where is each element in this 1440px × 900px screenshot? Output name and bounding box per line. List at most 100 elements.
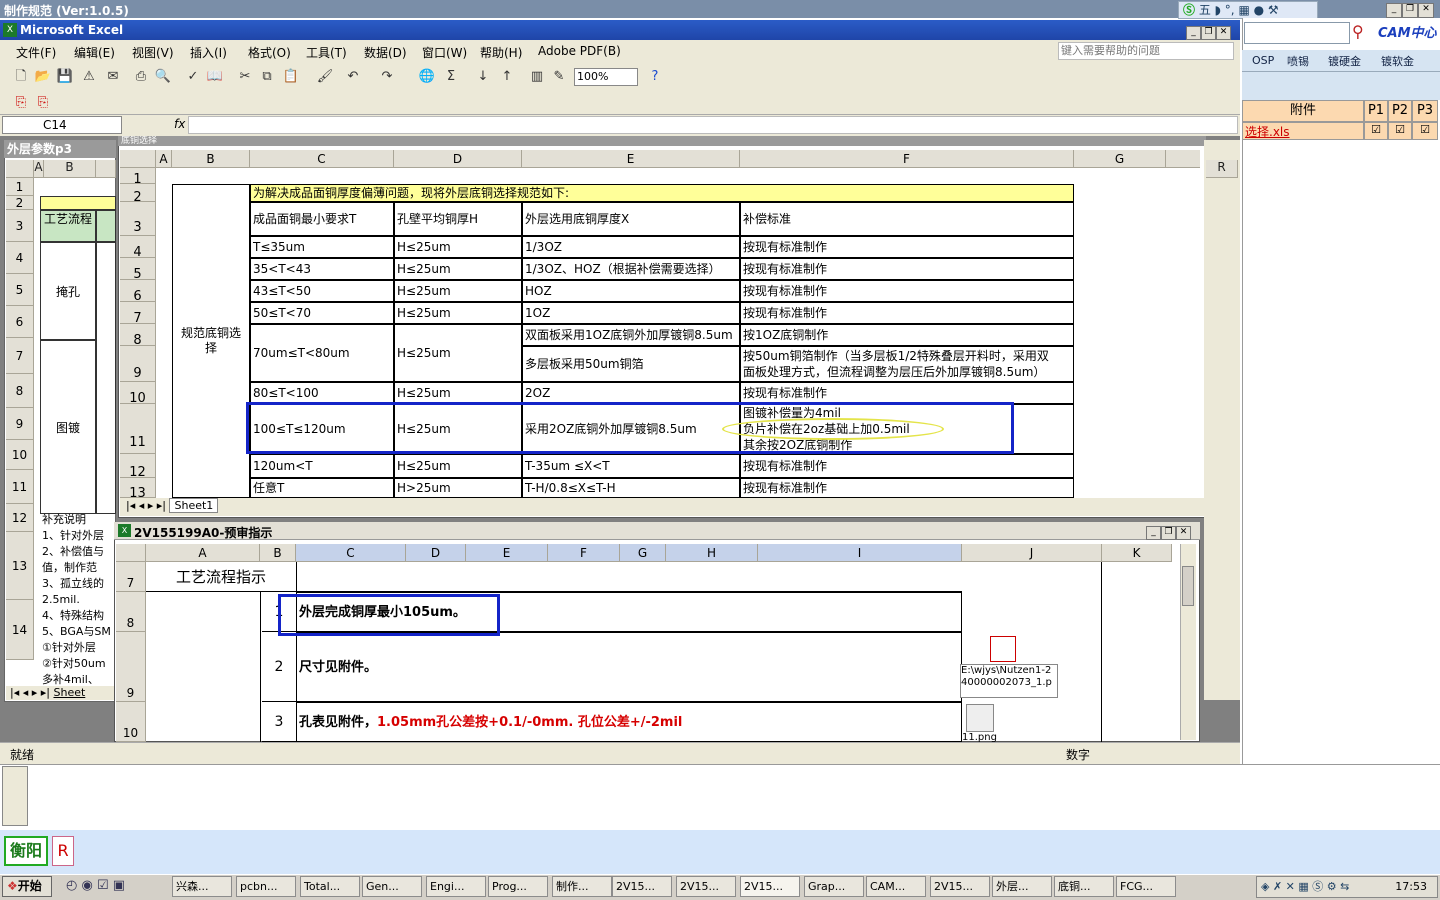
main-col-header[interactable]	[1166, 150, 1200, 168]
data-cell[interactable]: T-35um ≤X<T	[522, 454, 740, 478]
tab-soft-gold[interactable]: 镀软金	[1381, 53, 1414, 69]
taskbar-item[interactable]: 2V15...	[612, 876, 672, 897]
help-question-input[interactable]: 键入需要帮助的问题	[1058, 42, 1234, 60]
note-line[interactable]: 3、孤立线的	[42, 576, 114, 592]
header-cell[interactable]: 成品面铜最小要求T	[250, 202, 394, 236]
attach-file-link[interactable]: 选择.xls	[1242, 122, 1364, 140]
pdf-convert-icon[interactable]: ⎘	[12, 94, 30, 112]
zoom-select[interactable]: 100%	[574, 68, 638, 86]
data-cell[interactable]: H≤25um	[394, 454, 522, 478]
main-row-header[interactable]: 3	[120, 202, 156, 236]
note-line[interactable]: 2.5mil.	[42, 592, 114, 608]
header-cell[interactable]: 孔壁平均铜厚H	[394, 202, 522, 236]
pdf-attachment-path[interactable]: E:\wjys\Nutzen1-240000002073_1.p	[960, 664, 1058, 698]
data-cell[interactable]: H>25um	[394, 478, 522, 498]
main-col-header[interactable]: C	[250, 150, 394, 168]
taskbar-item[interactable]: Total...	[300, 876, 360, 897]
back-row-header[interactable]: 7	[6, 338, 34, 374]
ime-wubi[interactable]: 五	[1199, 3, 1211, 17]
pre-corner[interactable]	[116, 544, 146, 562]
email-icon[interactable]: ✉	[104, 68, 122, 86]
pre-col-header[interactable]: I	[758, 544, 962, 562]
data-cell[interactable]: 按1OZ底铜制作	[740, 324, 1074, 346]
pre-col-header[interactable]: D	[406, 544, 466, 562]
autosum-icon[interactable]: Σ	[442, 68, 460, 86]
pre-grid-line[interactable]	[296, 562, 962, 592]
data-cell[interactable]: H≤25um	[394, 382, 522, 404]
pre-col-header[interactable]: A	[146, 544, 260, 562]
item-number[interactable]: 2	[262, 632, 296, 702]
taskbar-item[interactable]: FCG...	[1116, 876, 1176, 897]
fx-icon[interactable]: fx	[174, 117, 185, 131]
data-cell[interactable]: T≤35um	[250, 236, 394, 258]
item-text[interactable]: 孔表见附件，1.05mm孔公差按+0.1/-0mm. 孔位公差+/-2mil	[296, 702, 962, 742]
pre-minimize-icon[interactable]: _	[1146, 526, 1161, 540]
menu-file[interactable]: 文件(F)	[16, 44, 56, 61]
copy-icon[interactable]: ⧉	[258, 68, 276, 86]
taskbar-item[interactable]: 2V15...	[676, 876, 736, 897]
search-icon[interactable]: ⚲	[1352, 22, 1374, 44]
pre-heading[interactable]: 工艺流程指示	[146, 562, 296, 592]
format-painter-icon[interactable]: 🖌	[316, 68, 334, 86]
main-col-header[interactable]: E	[522, 150, 740, 168]
menu-format[interactable]: 格式(O)	[248, 44, 291, 61]
data-cell[interactable]: T-H/0.8≤X≤T-H	[522, 478, 740, 498]
pre-col-header[interactable]: H	[666, 544, 758, 562]
back-row-header[interactable]: 12	[6, 504, 34, 532]
data-cell[interactable]: H≤25um	[394, 280, 522, 302]
main-row-header[interactable]: 10	[120, 382, 156, 404]
item-text-main[interactable]: 尺寸见附件。	[299, 660, 377, 675]
data-cell[interactable]: 按现有标准制作	[740, 302, 1074, 324]
main-row-header[interactable]: 12	[120, 454, 156, 478]
back-row-header[interactable]: 3	[6, 210, 34, 242]
main-row-header[interactable]: 4	[120, 236, 156, 258]
undo-icon[interactable]: ↶	[344, 68, 362, 86]
menu-tools[interactable]: 工具(T)	[306, 44, 347, 61]
data-cell[interactable]: 43≤T<50	[250, 280, 394, 302]
menu-view[interactable]: 视图(V)	[132, 44, 174, 61]
sort-desc-icon[interactable]: ↑	[498, 68, 516, 86]
main-col-header[interactable]: F	[740, 150, 1074, 168]
redo-icon[interactable]: ↷	[378, 68, 396, 86]
data-cell[interactable]: 70um≤T<80um	[250, 324, 394, 382]
main-row-header[interactable]: 5	[120, 258, 156, 280]
main-col-header[interactable]: G	[1074, 150, 1166, 168]
p2-checkbox[interactable]: ☑	[1388, 122, 1412, 140]
taskbar-item[interactable]: 外层...	[992, 876, 1052, 897]
restore-icon[interactable]: ❐	[1402, 3, 1418, 18]
data-cell[interactable]: HOZ	[522, 280, 740, 302]
back-col-header-a[interactable]: A	[34, 160, 44, 178]
paste-icon[interactable]: 📋	[282, 68, 300, 86]
taskbar-item[interactable]: 2V15...	[930, 876, 990, 897]
drawing-icon[interactable]: ✎	[550, 68, 568, 86]
main-col-header[interactable]: B	[172, 150, 250, 168]
data-cell[interactable]: 50≤T<70	[250, 302, 394, 324]
note-line[interactable]: 1、针对外层	[42, 528, 114, 544]
data-cell[interactable]: 80≤T<100	[250, 382, 394, 404]
taskbar-item[interactable]: Prog...	[488, 876, 548, 897]
pre-col-header[interactable]: F	[548, 544, 620, 562]
r-button[interactable]: R	[52, 836, 74, 866]
pre-row-header[interactable]: 8	[116, 592, 146, 632]
ime-toolbar[interactable]: Ⓢ 五 ◗ °, ▦ ● ⚒	[1178, 1, 1318, 19]
excel-restore-icon[interactable]: ❐	[1201, 26, 1216, 40]
item-text[interactable]: 尺寸见附件。	[296, 632, 962, 702]
data-cell[interactable]: 1OZ	[522, 302, 740, 324]
extra-col-header-r[interactable]: R	[1206, 160, 1238, 178]
research-icon[interactable]: 📖	[206, 68, 224, 86]
note-line[interactable]: 2、补偿值与	[42, 544, 114, 560]
pre-grid-line[interactable]	[260, 592, 261, 742]
back-row-header[interactable]: 8	[6, 374, 34, 408]
close-icon[interactable]: ✕	[1418, 3, 1434, 18]
pre-restore-icon[interactable]: ❐	[1161, 526, 1176, 540]
data-cell[interactable]: H≤25um	[394, 236, 522, 258]
main-sheet-tab[interactable]: Sheet1	[169, 498, 219, 513]
pre-row-header[interactable]: 9	[116, 632, 146, 702]
taskbar-item[interactable]: 2V15...	[740, 876, 800, 897]
save-icon[interactable]: 💾	[56, 68, 74, 86]
back-row-header[interactable]: 13	[6, 532, 34, 600]
data-cell[interactable]: 1/3OZ、HOZ（根据补偿需要选择）	[522, 258, 740, 280]
data-cell[interactable]: 按现有标准制作	[740, 478, 1074, 498]
lower-scroll[interactable]	[2, 766, 28, 826]
ime-icon[interactable]: Ⓢ	[1183, 3, 1195, 17]
